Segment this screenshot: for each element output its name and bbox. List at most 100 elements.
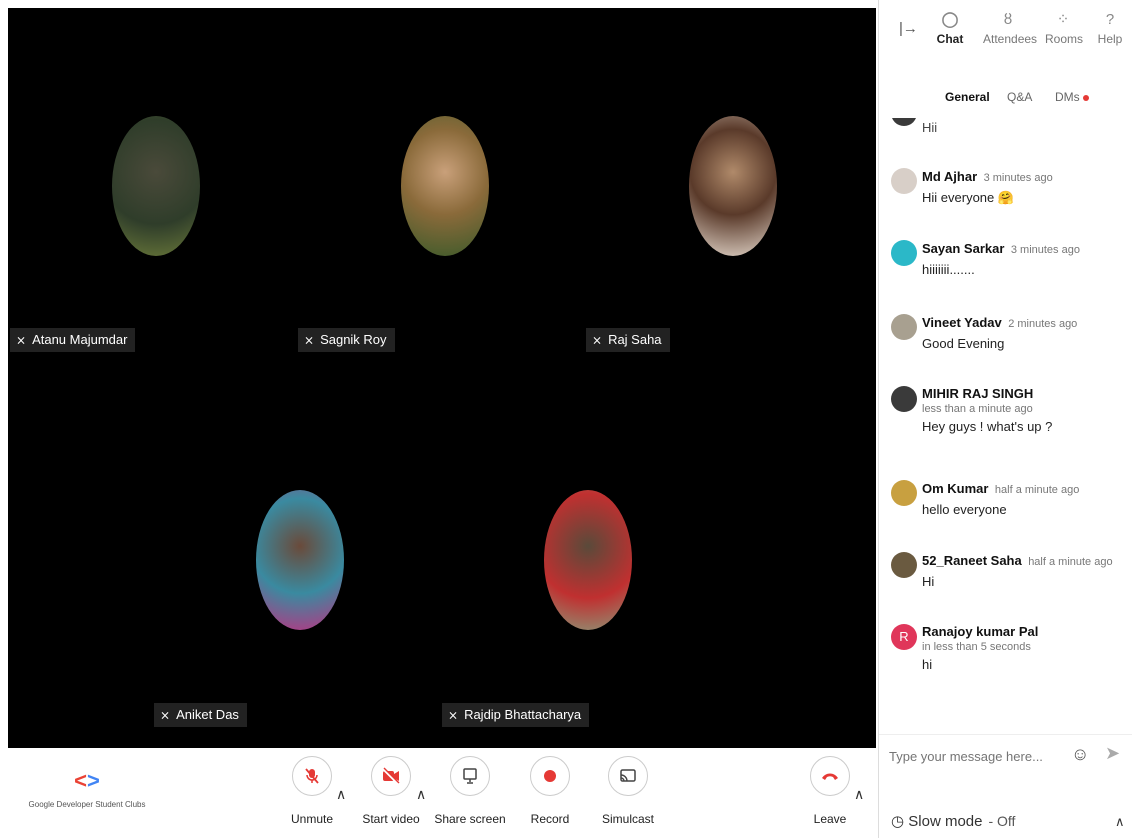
message-text: Hi — [922, 574, 935, 589]
message-author: Sayan Sarkar — [922, 241, 1005, 256]
collapse-panel-icon[interactable]: |→ — [899, 20, 918, 37]
simulcast-label: Simulcast — [601, 812, 654, 826]
subtab-general[interactable]: General — [945, 90, 990, 104]
record-label: Record — [530, 812, 570, 826]
message-time: 3 minutes ago — [983, 172, 1053, 184]
attendees-icon: ȣ — [1003, 11, 1013, 28]
participant-video-aniket — [256, 490, 344, 630]
tab-label: Help — [1097, 32, 1123, 46]
message-time: in less than 5 seconds — [922, 641, 1031, 653]
avatar — [891, 480, 917, 506]
unmute-label: Unmute — [290, 812, 334, 826]
mic-off-icon: ⨯ — [16, 333, 27, 347]
side-panel: |→ ◯ Chat ȣ Attendees ⁘ Rooms ? Help Gen… — [878, 0, 1132, 838]
participant-name: Raj Saha — [608, 332, 662, 347]
tab-attendees[interactable]: ȣ Attendees — [983, 8, 1038, 46]
message-text: Hii — [922, 120, 938, 135]
message-author: Vineet Yadav — [922, 315, 1002, 330]
unread-dot — [1082, 94, 1089, 101]
tab-chat[interactable]: ◯ Chat — [935, 8, 965, 46]
tab-label: Rooms — [1045, 32, 1084, 46]
message-text: Hey guys ! what's up ? — [922, 419, 1053, 434]
gdsc-logo: <> Google Developer Student Clubs — [22, 768, 152, 809]
help-icon: ? — [1105, 11, 1115, 28]
message-time: half a minute ago — [1028, 556, 1113, 568]
message-author: Md Ajhar — [922, 169, 978, 184]
monitor-icon — [450, 756, 490, 796]
participant-name: Atanu Majumdar — [32, 332, 128, 347]
message-text: hiiiiiii....... — [922, 262, 975, 277]
avatar — [891, 552, 917, 578]
chat-bubble-icon: ◯ — [941, 11, 959, 28]
avatar-initial: R — [891, 624, 917, 650]
tab-label: Chat — [936, 32, 964, 46]
gdsc-logo-icon: <> — [74, 768, 100, 793]
participant-name: Aniket Das — [176, 707, 239, 722]
logo-text: Google Developer Student Clubs — [28, 800, 146, 809]
message-composer: ☺ ➤ — [879, 734, 1132, 774]
subtab-dms[interactable]: DMs — [1055, 90, 1089, 104]
slow-mode-toggle[interactable]: ◷ Slow mode - Off — [891, 812, 1015, 830]
message-time: less than a minute ago — [922, 403, 1033, 415]
participant-video-raj — [689, 116, 777, 256]
audio-options-caret-icon[interactable]: ∧ — [336, 786, 346, 803]
participant-name-tag: ⨯ Sagnik Roy — [298, 328, 395, 352]
avatar — [891, 314, 917, 340]
meeting-controls-bar: <> Google Developer Student Clubs Unmute… — [8, 748, 876, 838]
message-author: Om Kumar — [922, 481, 989, 496]
cast-icon — [608, 756, 648, 796]
message-time: 2 minutes ago — [1008, 318, 1078, 330]
message-author: MIHIR RAJ SINGH — [922, 386, 1034, 401]
send-icon[interactable]: ➤ — [1105, 743, 1120, 764]
record-button[interactable]: Record — [510, 756, 590, 826]
tab-rooms[interactable]: ⁘ Rooms — [1045, 8, 1084, 46]
simulcast-button[interactable]: Simulcast — [588, 756, 668, 826]
video-stage: ⨯ Atanu Majumdar ⨯ Sagnik Roy ⨯ Raj Saha… — [8, 8, 876, 748]
mic-off-icon: ⨯ — [160, 708, 171, 722]
panel-tabs: |→ ◯ Chat ȣ Attendees ⁘ Rooms ? Help — [879, 0, 1132, 70]
subtab-qa[interactable]: Q&A — [1007, 90, 1032, 104]
avatar — [891, 240, 917, 266]
slow-mode-label: Slow mode — [908, 813, 983, 830]
avatar — [891, 168, 917, 194]
emoji-icon[interactable]: ☺ — [1071, 744, 1089, 765]
message-author: Ranajoy kumar Pal — [922, 624, 1039, 639]
message-text: Hii everyone 🤗 — [922, 190, 1015, 205]
participant-name-tag: ⨯ Rajdip Bhattacharya — [442, 703, 590, 727]
subtab-dms-label: DMs — [1055, 90, 1080, 104]
participant-video-atanu — [112, 116, 200, 256]
message-author: 52_Raneet Saha — [922, 553, 1022, 568]
share-screen-label: Share screen — [434, 812, 506, 826]
leave-label: Leave — [813, 812, 847, 826]
record-icon — [530, 756, 570, 796]
participant-name: Sagnik Roy — [320, 332, 387, 347]
video-off-icon — [371, 756, 411, 796]
video-options-caret-icon[interactable]: ∧ — [416, 786, 426, 803]
clock-icon: ◷ — [891, 813, 905, 830]
slow-mode-value: - Off — [988, 813, 1016, 829]
chat-messages: Hii Md Ajhar 3 minutes ago Hii everyone … — [879, 118, 1132, 706]
participant-name-tag: ⨯ Aniket Das — [154, 703, 247, 727]
participant-video-rajdip — [544, 490, 632, 630]
tab-label: Attendees — [983, 32, 1038, 46]
leave-options-caret-icon[interactable]: ∧ — [854, 786, 864, 803]
chevron-up-icon[interactable]: ∧ — [1115, 814, 1125, 830]
message-text: Good Evening — [922, 336, 1005, 351]
participant-name-tag: ⨯ Raj Saha — [586, 328, 670, 352]
participant-name-tag: ⨯ Atanu Majumdar — [10, 328, 136, 352]
participant-video-sagnik — [401, 116, 489, 256]
avatar — [891, 386, 917, 412]
share-screen-button[interactable]: Share screen — [430, 756, 510, 826]
chat-subtabs: General Q&A DMs — [879, 90, 1132, 110]
message-time: 3 minutes ago — [1010, 244, 1080, 256]
rooms-grid-icon: ⁘ — [1056, 11, 1070, 28]
start-video-label: Start video — [362, 812, 420, 826]
mic-off-icon: ⨯ — [592, 333, 603, 347]
tab-help[interactable]: ? Help — [1095, 8, 1125, 46]
message-input[interactable] — [889, 743, 1059, 769]
message-text: hello everyone — [922, 502, 1007, 517]
mic-off-icon: ⨯ — [304, 333, 315, 347]
message-text: hi — [922, 657, 933, 672]
mic-off-icon — [292, 756, 332, 796]
avatar — [891, 118, 917, 126]
